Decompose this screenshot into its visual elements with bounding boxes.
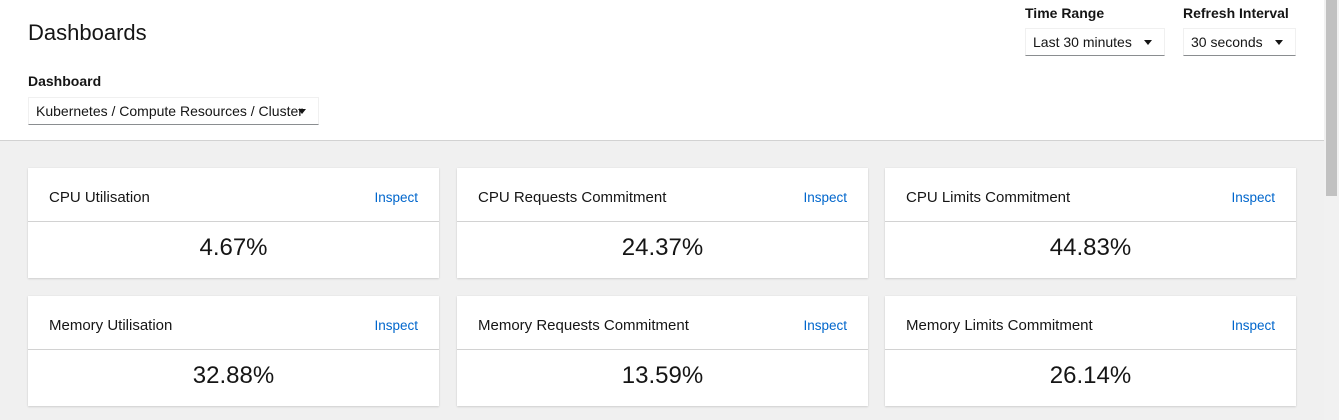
card-header: CPU Requests Commitment Inspect (457, 168, 868, 222)
caret-down-icon (1275, 40, 1283, 45)
vertical-scrollbar[interactable] (1324, 0, 1339, 420)
card-title: CPU Requests Commitment (478, 189, 667, 206)
inspect-link[interactable]: Inspect (803, 318, 847, 333)
caret-down-icon (1144, 40, 1152, 45)
card-title: Memory Limits Commitment (906, 317, 1093, 334)
card-value: 24.37% (621, 234, 704, 261)
time-range-select-value: Last 30 minutes (1033, 34, 1132, 50)
inspect-link[interactable]: Inspect (1231, 190, 1275, 205)
dashboard-select[interactable]: Kubernetes / Compute Resources / Cluster (28, 97, 319, 125)
refresh-interval-label: Refresh Interval (1183, 5, 1289, 21)
card-value: 4.67% (199, 234, 268, 261)
card-cpu-utilisation: CPU Utilisation Inspect 4.67% (28, 168, 439, 278)
card-header: Memory Requests Commitment Inspect (457, 296, 868, 350)
card-title: Memory Requests Commitment (478, 317, 689, 334)
card-title: CPU Limits Commitment (906, 189, 1071, 206)
card-cpu-requests-commitment: CPU Requests Commitment Inspect 24.37% (457, 168, 868, 278)
inspect-link[interactable]: Inspect (374, 190, 418, 205)
card-value: 44.83% (1049, 234, 1132, 261)
dashboard-select-value: Kubernetes / Compute Resources / Cluster (36, 103, 303, 119)
card-memory-utilisation: Memory Utilisation Inspect 32.88% (28, 296, 439, 406)
dashboard-header: Dashboards Dashboard Kubernetes / Comput… (0, 0, 1324, 141)
card-value: 26.14% (1049, 362, 1132, 389)
card-header: Memory Limits Commitment Inspect (885, 296, 1296, 350)
card-title: CPU Utilisation (49, 189, 150, 206)
dashboard-label: Dashboard (28, 73, 102, 89)
card-header: CPU Limits Commitment Inspect (885, 168, 1296, 222)
inspect-link[interactable]: Inspect (1231, 318, 1275, 333)
refresh-interval-select-value: 30 seconds (1191, 34, 1263, 50)
card-value: 13.59% (621, 362, 704, 389)
time-range-label: Time Range (1025, 5, 1105, 21)
card-value: 32.88% (192, 362, 275, 389)
time-range-select[interactable]: Last 30 minutes (1025, 28, 1165, 56)
inspect-link[interactable]: Inspect (374, 318, 418, 333)
scrollbar-thumb[interactable] (1326, 0, 1337, 196)
card-header: Memory Utilisation Inspect (28, 296, 439, 350)
refresh-interval-select[interactable]: 30 seconds (1183, 28, 1296, 56)
card-header: CPU Utilisation Inspect (28, 168, 439, 222)
card-title: Memory Utilisation (49, 317, 173, 334)
card-cpu-limits-commitment: CPU Limits Commitment Inspect 44.83% (885, 168, 1296, 278)
inspect-link[interactable]: Inspect (803, 190, 847, 205)
card-memory-requests-commitment: Memory Requests Commitment Inspect 13.59… (457, 296, 868, 406)
caret-down-icon (298, 109, 306, 114)
page-title: Dashboards (28, 20, 147, 45)
card-memory-limits-commitment: Memory Limits Commitment Inspect 26.14% (885, 296, 1296, 406)
